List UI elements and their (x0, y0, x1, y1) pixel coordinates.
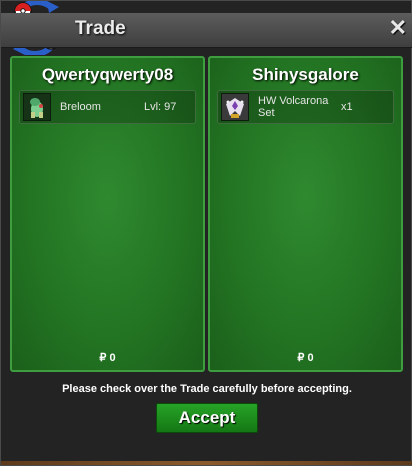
player-name-self: Qwertyqwerty08 (41, 65, 174, 84)
item-level: Lvl: 97 (144, 101, 177, 113)
money-offer-self: ₽ 0 (99, 352, 116, 364)
accept-button[interactable]: Accept (156, 403, 258, 433)
item-name: HW Volcarona Set (258, 95, 329, 119)
breloom-sprite-icon (23, 93, 51, 121)
close-icon[interactable]: ✕ (389, 15, 407, 41)
trade-window: Trade ✕ Qwertyqwerty08 Breloom Lvl: 97 ₽… (0, 0, 412, 466)
trade-panel-self: Qwertyqwerty08 Breloom Lvl: 97 ₽ 0 (10, 56, 205, 372)
trade-panel-partner: Shinysgalore HW Volcarona Set x1 ₽ 0 (208, 56, 403, 372)
window-title: Trade (75, 18, 126, 39)
player-name-partner: Shinysgalore (252, 65, 359, 84)
trade-item-volcarona-set[interactable]: HW Volcarona Set x1 (217, 90, 394, 124)
title-bar[interactable]: Trade ✕ (1, 13, 412, 48)
money-offer-partner: ₽ 0 (297, 352, 314, 364)
trade-item-breloom[interactable]: Breloom Lvl: 97 (19, 90, 196, 124)
item-quantity: x1 (341, 101, 353, 113)
item-name: Breloom (60, 101, 101, 113)
bottom-divider (1, 461, 412, 465)
trade-notice: Please check over the Trade carefully be… (62, 383, 352, 395)
volcarona-set-icon (221, 93, 249, 121)
